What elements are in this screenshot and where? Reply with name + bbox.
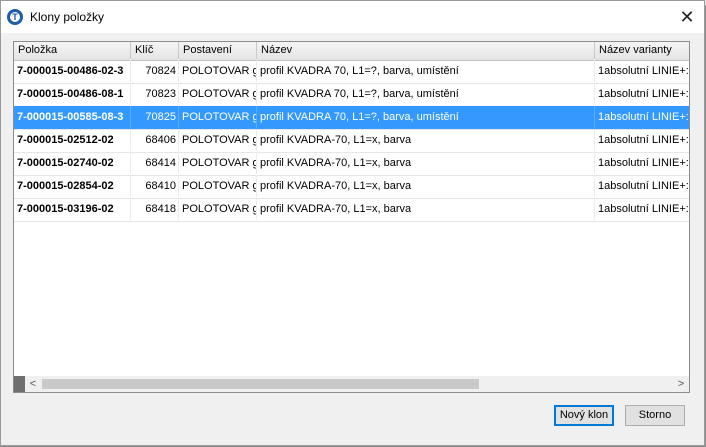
cell-klic: 70825 [131,106,179,128]
cell-nazev-varianty: 1absolutní LINIE+:L1= [595,83,689,105]
cell-nazev-varianty: 1absolutní LINIE+:L1= [595,60,689,82]
cancel-button[interactable]: Storno [625,405,685,426]
chevron-left-icon[interactable]: < [25,376,41,392]
cell-nazev: profil KVADRA-70, L1=x, barva [257,152,595,174]
column-header-nazev-varianty[interactable]: Název varianty [595,42,689,59]
cell-klic: 68414 [131,152,179,174]
table-row[interactable]: 7-000015-00486-02-3 70824 POLOTOVAR ge p… [14,60,689,84]
cell-polozka: 7-000015-03196-02 [14,198,131,220]
table-row[interactable]: 7-000015-00585-08-3 70825 POLOTOVAR ge p… [14,106,689,130]
column-header-postaveni[interactable]: Postavení [179,42,257,59]
cell-polozka: 7-000015-00486-02-3 [14,60,131,82]
column-header-nazev[interactable]: Název [257,42,595,59]
cell-nazev: profil KVADRA-70, L1=x, barva [257,198,595,220]
column-header-klic[interactable]: Klíč [131,42,179,59]
cell-postaveni: POLOTOVAR ge [179,83,257,105]
cell-nazev: profil KVADRA-70, L1=x, barva [257,175,595,197]
cell-postaveni: POLOTOVAR ge [179,152,257,174]
table-row[interactable]: 7-000015-02854-02 68410 POLOTOVAR ge pro… [14,175,689,199]
scroll-thumb[interactable] [42,379,479,389]
cell-nazev: profil KVADRA 70, L1=?, barva, umístění [257,60,595,82]
cell-postaveni: POLOTOVAR ge [179,106,257,128]
cell-nazev: profil KVADRA-70, L1=x, barva [257,129,595,151]
cell-nazev: profil KVADRA 70, L1=?, barva, umístění [257,106,595,128]
clone-items-dialog: T Klony položky ✕ Položka Klíč Postavení… [0,0,705,446]
title-bar: T Klony položky ✕ [1,1,704,33]
new-clone-button[interactable]: Nový klon [554,405,614,426]
table-row[interactable]: 7-000015-00486-08-1 70823 POLOTOVAR ge p… [14,83,689,107]
cell-postaveni: POLOTOVAR ge [179,198,257,220]
cell-polozka: 7-000015-00486-08-1 [14,83,131,105]
cell-klic: 68406 [131,129,179,151]
cell-polozka: 7-000015-02512-02 [14,129,131,151]
cell-polozka: 7-000015-02740-02 [14,152,131,174]
column-header-polozka[interactable]: Položka [14,42,131,59]
row-selector-stub [14,376,25,392]
chevron-right-icon[interactable]: > [673,376,689,392]
cell-klic: 70823 [131,83,179,105]
app-logo-icon: T [7,9,23,25]
cell-klic: 70824 [131,60,179,82]
cell-nazev: profil KVADRA 70, L1=?, barva, umístění [257,83,595,105]
cell-klic: 68418 [131,198,179,220]
app-logo-letter: T [12,12,18,22]
window-title: Klony položky [30,10,105,24]
cell-postaveni: POLOTOVAR ge [179,175,257,197]
cell-nazev-varianty: 1absolutní LINIE+:L1= [595,106,689,128]
grid-header: Položka Klíč Postavení Název Název varia… [14,42,689,61]
horizontal-scrollbar[interactable]: < > [14,376,689,392]
cell-nazev-varianty: 1absolutní LINIE+:L1= [595,175,689,197]
table-row[interactable]: 7-000015-02740-02 68414 POLOTOVAR ge pro… [14,152,689,176]
table-row[interactable]: 7-000015-03196-02 68418 POLOTOVAR ge pro… [14,198,689,222]
cell-postaveni: POLOTOVAR ge [179,129,257,151]
cell-postaveni: POLOTOVAR ge [179,60,257,82]
cell-klic: 68410 [131,175,179,197]
cell-polozka: 7-000015-02854-02 [14,175,131,197]
table-row[interactable]: 7-000015-02512-02 68406 POLOTOVAR ge pro… [14,129,689,153]
close-icon[interactable]: ✕ [670,1,704,33]
cell-nazev-varianty: 1absolutní LINIE+:L1= [595,129,689,151]
cell-nazev-varianty: 1absolutní LINIE+:L1= [595,152,689,174]
clones-grid[interactable]: Položka Klíč Postavení Název Název varia… [13,41,690,393]
cell-nazev-varianty: 1absolutní LINIE+:L1= [595,198,689,220]
cell-polozka: 7-000015-00585-08-3 [14,106,131,128]
